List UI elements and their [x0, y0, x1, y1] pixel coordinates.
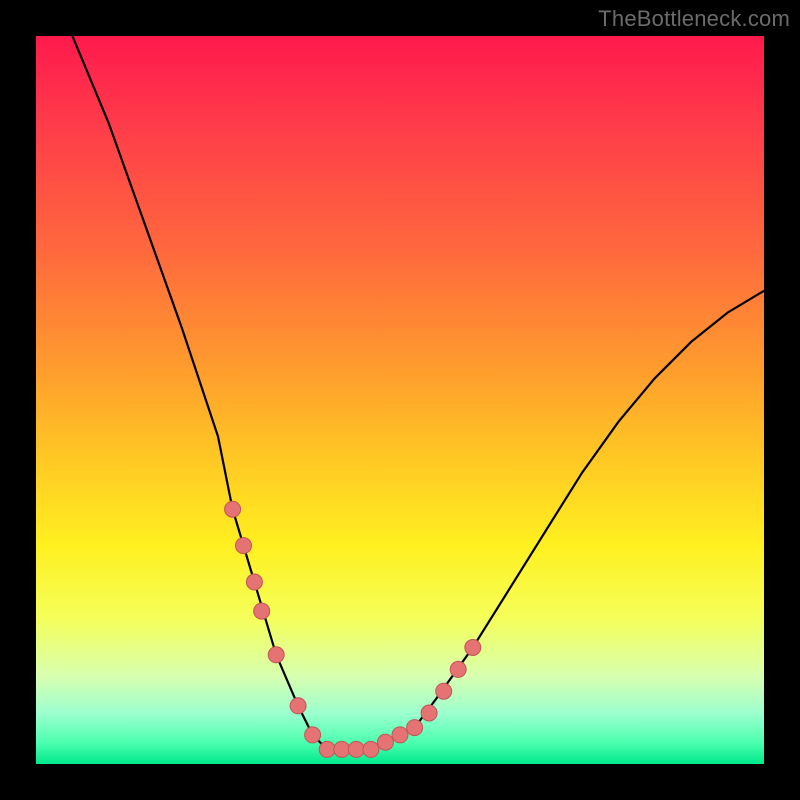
data-point	[377, 734, 393, 750]
data-point	[465, 640, 481, 656]
watermark-label: TheBottleneck.com	[598, 6, 790, 32]
data-point	[305, 727, 321, 743]
data-point	[290, 698, 306, 714]
data-point	[254, 603, 270, 619]
data-point	[392, 727, 408, 743]
bottleneck-curve	[72, 36, 764, 749]
data-point	[348, 741, 364, 757]
data-point	[363, 741, 379, 757]
plot-area	[36, 36, 764, 764]
data-point	[334, 741, 350, 757]
data-point	[246, 574, 262, 590]
curve-overlay	[36, 36, 764, 764]
data-point	[421, 705, 437, 721]
data-point	[268, 647, 284, 663]
data-point	[407, 720, 423, 736]
data-point	[236, 538, 252, 554]
data-point	[450, 661, 466, 677]
data-point	[225, 501, 241, 517]
data-point	[436, 683, 452, 699]
chart-frame: TheBottleneck.com	[0, 0, 800, 800]
data-point	[319, 741, 335, 757]
